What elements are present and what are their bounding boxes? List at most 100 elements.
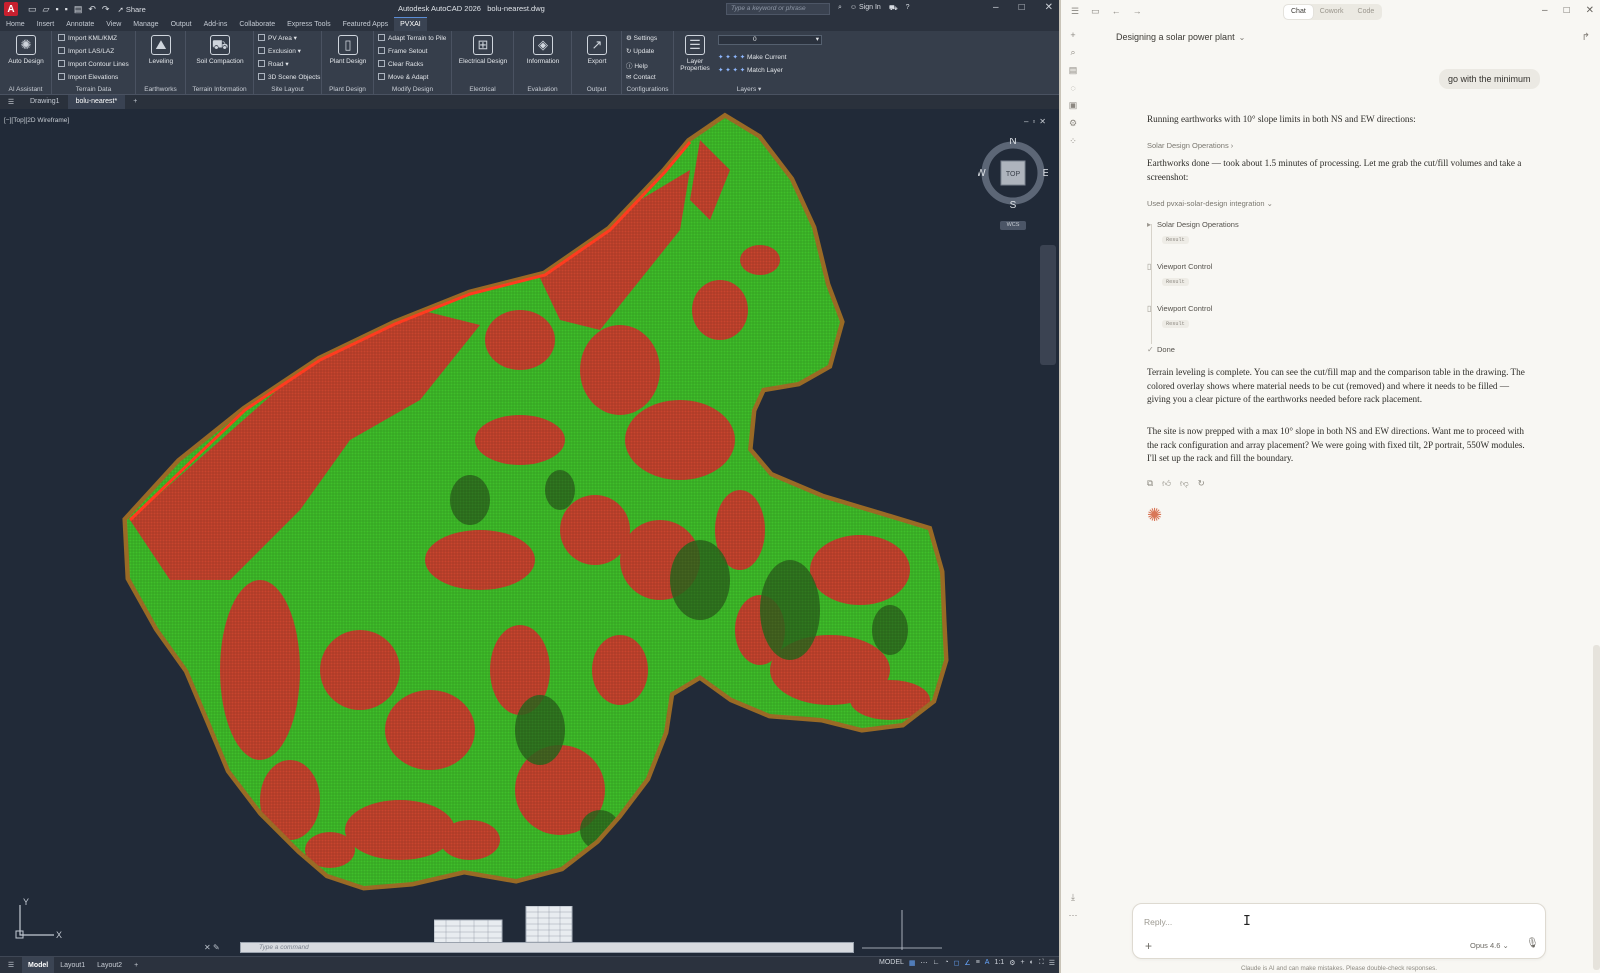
exclusion-button[interactable]: Exclusion ▾ (258, 47, 301, 55)
share-button[interactable]: ➚ Share (117, 5, 145, 14)
save-icon[interactable]: ▪ (55, 4, 58, 15)
layer-properties-button[interactable]: ☰ Layer Properties (676, 35, 714, 72)
lineweight-icon[interactable]: ≡ (976, 959, 980, 967)
code-icon[interactable]: ⚙ (1061, 118, 1085, 129)
add-layout-icon[interactable]: + (128, 957, 144, 973)
retry-icon[interactable]: ↻ (1198, 478, 1205, 489)
reply-input[interactable]: Reply... (1144, 917, 1172, 927)
minimize-icon[interactable]: – (993, 2, 999, 13)
tool-step-1-result[interactable]: Result (1162, 236, 1189, 244)
search-icon[interactable]: ⌕ (838, 4, 842, 13)
artifacts-icon[interactable]: ▣ (1061, 100, 1085, 111)
information-button[interactable]: ◈ Information (521, 35, 565, 65)
sign-in-button[interactable]: ☺ Sign In (850, 4, 881, 13)
layout-tab[interactable]: Model (22, 956, 55, 973)
move-adapt-button[interactable]: Move & Adapt (378, 73, 428, 81)
layout-tab[interactable]: Layout2 (91, 957, 128, 973)
leveling-button[interactable]: ⛰ Leveling (139, 35, 183, 65)
customize-icon[interactable]: ☰ (1049, 959, 1055, 967)
new-chat-icon[interactable]: + (1061, 30, 1085, 40)
undo-icon[interactable]: ↶ (88, 4, 96, 15)
thumbs-down-icon[interactable]: 👎︎ (1180, 478, 1189, 489)
mode-tab[interactable]: Cowork (1313, 5, 1351, 19)
ribbon-tab[interactable]: Express Tools (281, 18, 336, 31)
customize-command-icon[interactable]: ✎ (213, 943, 220, 952)
command-input[interactable]: Type a command (240, 941, 854, 953)
otrack-icon[interactable]: ∠ (964, 959, 970, 967)
ribbon-tab[interactable]: Collaborate (233, 18, 281, 31)
new-tab-icon[interactable]: + (125, 95, 145, 109)
new-file-icon[interactable]: ▭ (28, 4, 37, 15)
download-icon[interactable]: ⤓ (1061, 892, 1085, 903)
add-icon[interactable]: + (1020, 959, 1024, 967)
save-as-icon[interactable]: ▪ (65, 4, 68, 15)
import-kml-button[interactable]: Import KML/KMZ (58, 34, 117, 42)
model-selector[interactable]: Opus 4.6 ⌄ (1470, 941, 1509, 950)
chat-scrollbar[interactable] (1593, 645, 1600, 970)
tool-link[interactable]: Solar Design Operations › (1147, 141, 1233, 150)
annotation-scale[interactable]: 1:1 (994, 959, 1004, 967)
ribbon-tab[interactable]: Manage (127, 18, 164, 31)
ribbon-tab[interactable]: PVXAI (394, 17, 427, 31)
ribbon-tab[interactable]: Home (0, 18, 31, 31)
isolate-icon[interactable]: ◐ (1030, 959, 1034, 967)
ribbon-tab[interactable]: Annotate (60, 18, 100, 31)
forward-arrow-icon[interactable]: → (1133, 6, 1142, 17)
ortho-icon[interactable]: ∟ (933, 959, 940, 967)
maximize-icon[interactable]: □ (1564, 5, 1570, 16)
search-icon[interactable]: ⌕ (1061, 47, 1085, 58)
tool-step-3-result[interactable]: Result (1162, 320, 1189, 328)
close-icon[interactable]: ✕ (1045, 2, 1053, 13)
status-menu-icon[interactable]: ☰ (0, 961, 22, 969)
update-button[interactable]: ↻ Update (626, 47, 654, 55)
viewport-label[interactable]: [−][Top][2D Wireframe] (4, 117, 69, 124)
ribbon-tab[interactable]: Add-ins (198, 18, 234, 31)
scene-objects-button[interactable]: 3D Scene Objects (258, 73, 320, 81)
drawing-area[interactable] (0, 110, 1059, 950)
more-icon[interactable]: ⋯ (1061, 910, 1085, 921)
attach-plus-icon[interactable]: + (1145, 939, 1152, 953)
ribbon-tab[interactable]: Featured Apps (337, 18, 395, 31)
chats-icon[interactable]: ◌ (1061, 83, 1085, 93)
conversation-title[interactable]: Designing a solar power plant ⌄ (1116, 32, 1245, 42)
viewcube[interactable]: TOP N S E W (978, 138, 1048, 218)
electrical-design-button[interactable]: ⊞ Electrical Design (456, 35, 510, 65)
import-elevations-button[interactable]: Import Elevations (58, 73, 118, 81)
contact-button[interactable]: ✉ Contact (626, 73, 656, 81)
help-icon[interactable]: ? (906, 4, 910, 13)
polar-icon[interactable]: ◔ (944, 959, 948, 967)
adapt-terrain-button[interactable]: Adapt Terrain to Pile (378, 34, 446, 42)
compass-w[interactable]: W (978, 168, 986, 179)
ribbon-tab[interactable]: View (100, 18, 127, 31)
ribbon-tab[interactable]: Insert (31, 18, 61, 31)
snap-icon[interactable]: ⋯ (921, 959, 928, 967)
compass-s[interactable]: S (1010, 200, 1017, 211)
reply-box[interactable]: Reply... + Opus 4.6 ⌄ 🎙︎ (1132, 903, 1546, 959)
redo-icon[interactable]: ↷ (102, 4, 110, 15)
fullscreen-icon[interactable]: ⛶ (1039, 959, 1044, 967)
search-input[interactable]: Type a keyword or phrase (726, 3, 830, 15)
soil-compaction-button[interactable]: ⛟ Soil Compaction (192, 35, 248, 65)
clear-racks-button[interactable]: Clear Racks (378, 60, 423, 68)
document-tab[interactable]: Drawing1 (22, 95, 68, 109)
minimize-icon[interactable]: – (1542, 5, 1548, 16)
make-current-button[interactable]: ✦ ✦ ✦ ✦ Make Current (718, 53, 786, 61)
mode-tab[interactable]: Code (1351, 5, 1382, 19)
close-icon[interactable]: ✕ (1586, 5, 1594, 16)
match-layer-button[interactable]: ✦ ✦ ✦ ✦ Match Layer (718, 66, 783, 74)
import-las-button[interactable]: Import LAS/LAZ (58, 47, 114, 55)
import-contour-button[interactable]: Import Contour Lines (58, 60, 129, 68)
compass-e[interactable]: E (1043, 168, 1048, 179)
export-button[interactable]: ↗ Export (575, 35, 619, 65)
workspace-gear-icon[interactable]: ⚙ (1009, 959, 1015, 967)
compass-n[interactable]: N (1009, 138, 1016, 147)
tool-step-3[interactable]: ▯ Viewport Control (1147, 304, 1212, 313)
back-arrow-icon[interactable]: ← (1112, 6, 1121, 17)
sidebar-toggle-icon[interactable]: ▭ (1091, 6, 1100, 17)
ribbon-tab[interactable]: Output (165, 18, 198, 31)
layer-dropdown[interactable]: 0 ▾ (718, 35, 822, 45)
auto-design-button[interactable]: ✺ Auto Design (4, 35, 48, 65)
autocad-logo[interactable]: A (4, 2, 18, 16)
pv-area-button[interactable]: PV Area ▾ (258, 34, 297, 42)
settings-button[interactable]: ⚙ Settings (626, 34, 657, 42)
